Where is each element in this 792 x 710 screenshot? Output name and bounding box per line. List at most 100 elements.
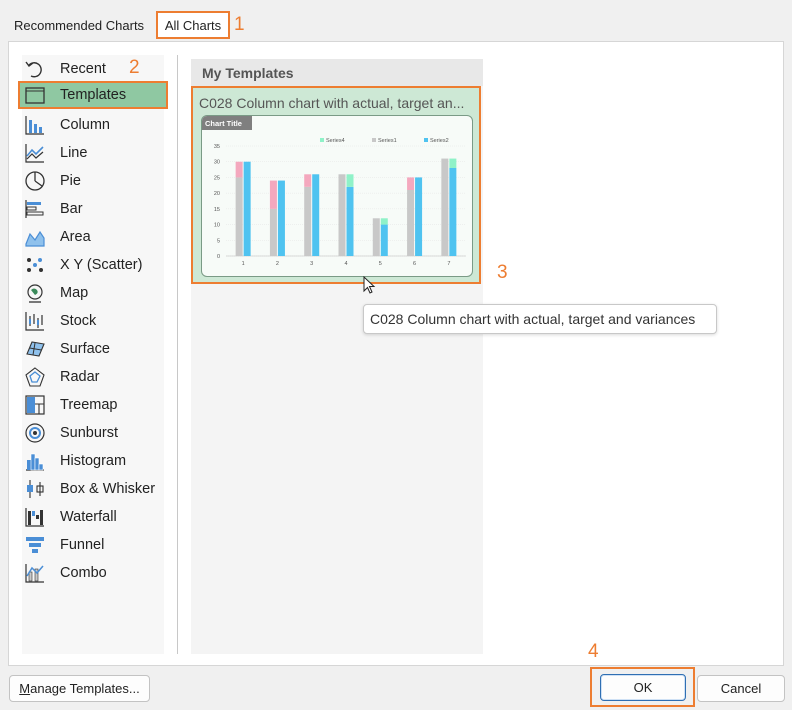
bar-variance-neg [304, 174, 312, 187]
bar-variance-neg [235, 161, 243, 178]
sidebar-item-waterfall[interactable]: Waterfall [22, 503, 164, 531]
column-chart-icon [24, 114, 46, 136]
funnel-chart-icon [24, 534, 46, 556]
sidebar-item-label: Templates [60, 87, 127, 103]
ok-button[interactable]: OK [600, 674, 686, 701]
sidebar-item-label: Box & Whisker [60, 481, 156, 497]
sidebar-item-stock[interactable]: Stock [22, 307, 164, 335]
y-tick-label: 10 [214, 223, 220, 229]
x-tick-label: 1 [242, 261, 245, 267]
sidebar-item-label: Bar [60, 201, 83, 217]
sidebar-item-label: X Y (Scatter) [60, 257, 143, 273]
box-whisker-chart-icon [24, 478, 46, 500]
x-tick-label: 7 [447, 261, 450, 267]
template-thumbnail: Chart Title Series4 Series1 Series2 0 5 10 15 20… [201, 115, 473, 277]
sidebar-item-sunburst[interactable]: Sunburst [22, 419, 164, 447]
chart-title: Chart Title [205, 119, 242, 128]
bar-series2 [346, 186, 354, 256]
sidebar-item-label: Treemap [60, 397, 118, 413]
legend-label: Series2 [430, 138, 449, 144]
annotation-3: 3 [497, 262, 508, 283]
cancel-button[interactable]: Cancel [697, 675, 785, 702]
folder-icon [24, 84, 46, 106]
bar-series1 [441, 158, 449, 256]
stock-chart-icon [24, 310, 46, 332]
y-tick-label: 5 [217, 238, 220, 244]
sidebar-item-templates[interactable]: Templates [18, 81, 168, 109]
bar-series2 [243, 161, 251, 256]
sidebar-item-label: Area [60, 229, 91, 245]
combo-chart-icon [24, 562, 46, 584]
area-chart-icon [24, 226, 46, 248]
surface-chart-icon [24, 338, 46, 360]
template-tooltip: C028 Column chart with actual, target an… [363, 304, 717, 334]
annotation-4: 4 [588, 641, 599, 662]
bar-series2 [312, 174, 320, 256]
manage-templates-label: anage Templates... [30, 681, 140, 696]
sidebar-item-label: Recent [60, 61, 106, 77]
sidebar-item-label: Combo [60, 565, 107, 581]
mouse-cursor-icon [363, 275, 377, 296]
bar-series1 [235, 177, 243, 256]
annotation-2: 2 [129, 57, 140, 78]
sidebar-item-box-whisker[interactable]: Box & Whisker [22, 475, 164, 503]
sidebar-item-map[interactable]: Map [22, 279, 164, 307]
x-tick-label: 4 [344, 261, 347, 267]
tab-all-charts[interactable]: All Charts [156, 11, 230, 39]
bar-series4 [380, 218, 388, 225]
x-tick-label: 6 [413, 261, 416, 267]
bar-series2 [277, 180, 285, 256]
sidebar-item-area[interactable]: Area [22, 223, 164, 251]
bar-variance-neg [269, 180, 277, 209]
manage-templates-button[interactable]: Manage Templates... [9, 675, 150, 702]
map-chart-icon [24, 282, 46, 304]
y-tick-label: 30 [214, 160, 220, 166]
pie-chart-icon [24, 170, 46, 192]
sidebar-item-scatter[interactable]: X Y (Scatter) [22, 251, 164, 279]
bar-series1 [372, 218, 380, 256]
bar-series1 [338, 174, 346, 256]
bar-series1 [304, 186, 312, 256]
bar-series4 [449, 158, 457, 168]
sidebar-item-label: Waterfall [60, 509, 117, 525]
legend-label: Series1 [378, 138, 397, 144]
sidebar-item-recent[interactable]: Recent [22, 55, 164, 83]
legend-swatch [424, 138, 428, 142]
my-templates-header: My Templates [191, 59, 483, 86]
x-tick-label: 2 [276, 261, 279, 267]
bar-series1 [269, 208, 277, 256]
sidebar-item-combo[interactable]: Combo [22, 559, 164, 587]
template-title: C028 Column chart with actual, target an… [199, 95, 465, 111]
y-tick-label: 25 [214, 175, 220, 181]
x-tick-label: 3 [310, 261, 313, 267]
bar-series2 [415, 177, 423, 256]
bar-series2 [449, 168, 457, 256]
sidebar-item-label: Surface [60, 341, 110, 357]
waterfall-chart-icon [24, 506, 46, 528]
y-tick-label: 15 [214, 207, 220, 213]
tab-recommended-charts[interactable]: Recommended Charts [14, 15, 144, 37]
histogram-chart-icon [24, 450, 46, 472]
legend-swatch [320, 138, 324, 142]
bar-variance-neg [407, 177, 415, 190]
sidebar-item-treemap[interactable]: Treemap [22, 391, 164, 419]
sidebar-item-funnel[interactable]: Funnel [22, 531, 164, 559]
recent-icon [24, 58, 46, 80]
sunburst-chart-icon [24, 422, 46, 444]
sidebar-item-radar[interactable]: Radar [22, 363, 164, 391]
sidebar-item-bar[interactable]: Bar [22, 195, 164, 223]
template-card[interactable]: C028 Column chart with actual, target an… [191, 86, 481, 284]
sidebar-item-surface[interactable]: Surface [22, 335, 164, 363]
sidebar-item-label: Column [60, 117, 110, 133]
bar-chart-icon [24, 198, 46, 220]
sidebar-item-label: Pie [60, 173, 81, 189]
x-tick-label: 5 [379, 261, 382, 267]
sidebar-item-pie[interactable]: Pie [22, 167, 164, 195]
sidebar-item-column[interactable]: Column [22, 111, 164, 139]
bar-series2 [380, 224, 388, 256]
sidebar-item-line[interactable]: Line [22, 139, 164, 167]
scatter-chart-icon [24, 254, 46, 276]
sidebar-item-label: Radar [60, 369, 100, 385]
sidebar-item-histogram[interactable]: Histogram [22, 447, 164, 475]
bar-series4 [346, 174, 354, 187]
